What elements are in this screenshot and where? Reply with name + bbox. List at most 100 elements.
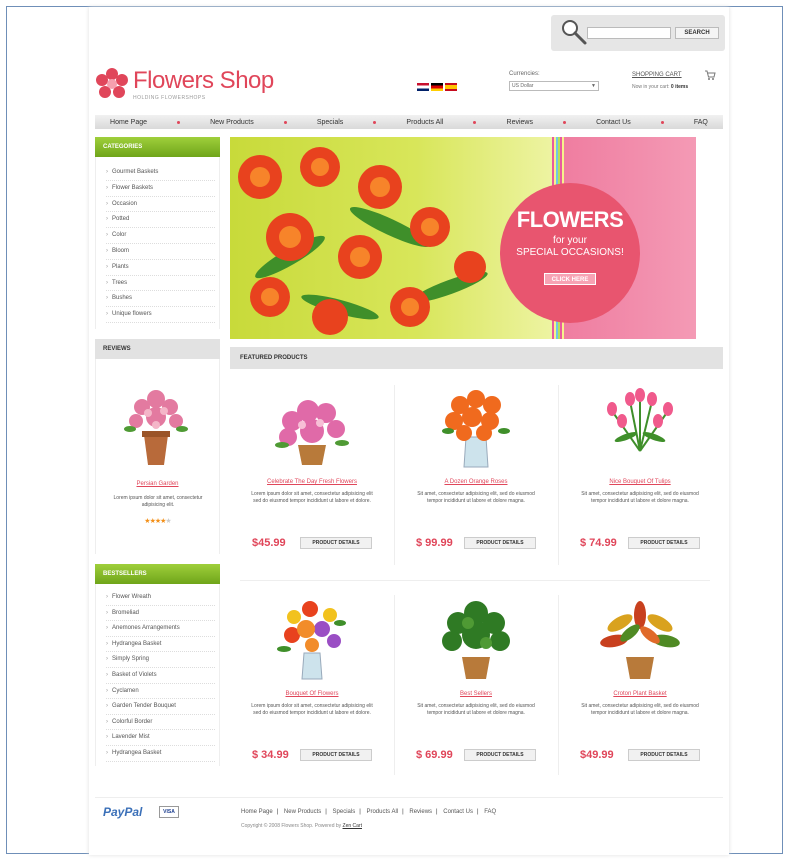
- bestseller-item[interactable]: Basket of Violets: [106, 668, 215, 684]
- logo-text: Flowers Shop: [133, 67, 274, 94]
- category-item[interactable]: Occasion: [106, 197, 215, 213]
- category-item[interactable]: Trees: [106, 276, 215, 292]
- cart-status: Now in your cart: 0 items: [632, 84, 689, 90]
- category-item[interactable]: Potted: [106, 212, 215, 229]
- footer-link-specials[interactable]: Specials: [333, 809, 356, 815]
- product-price: $ 74.99: [580, 537, 617, 549]
- bestseller-item[interactable]: Anemones Arrangements: [106, 621, 215, 637]
- footer-link-products-all[interactable]: Products All: [366, 809, 398, 815]
- main-nav: Home Page New Products Specials Products…: [95, 115, 723, 129]
- product-details-button[interactable]: PRODUCT DETAILS: [628, 749, 700, 761]
- product-price: $ 99.99: [416, 537, 453, 549]
- footer-links: Home Page | New Products | Specials | Produ…: [241, 809, 496, 815]
- copyright: Copyright © 2008 Flowers Shop. Powered b…: [241, 823, 362, 829]
- product-image[interactable]: [272, 593, 352, 683]
- search-input[interactable]: [587, 27, 671, 39]
- nav-separator: [660, 120, 664, 124]
- category-item[interactable]: Gourmet Baskets: [106, 165, 215, 181]
- chevron-down-icon: ▼: [591, 83, 596, 89]
- product-image[interactable]: [436, 593, 516, 683]
- product-name[interactable]: Croton Plant Basket: [558, 691, 722, 697]
- nav-separator: [177, 120, 181, 124]
- powered-by-label: Powered by: [314, 823, 342, 829]
- product-details-button[interactable]: PRODUCT DETAILS: [300, 749, 372, 761]
- product-name[interactable]: A Dozen Orange Roses: [394, 479, 558, 485]
- nav-faq[interactable]: FAQ: [694, 119, 708, 126]
- product-name[interactable]: Bouquet Of Flowers: [230, 691, 394, 697]
- product-card: Bouquet Of Flowers Lorem ipsum dolor sit…: [230, 587, 394, 792]
- category-item[interactable]: Flower Baskets: [106, 181, 215, 197]
- product-image[interactable]: [272, 381, 352, 471]
- nav-home[interactable]: Home Page: [110, 119, 147, 126]
- product-description: Sit amet, consectetur adipisicing elit, …: [417, 703, 535, 716]
- bestseller-item[interactable]: Cyclamen: [106, 684, 215, 700]
- search-button[interactable]: SEARCH: [675, 27, 719, 39]
- star-empty-icon: ★: [165, 517, 171, 525]
- currency-select[interactable]: US Dollar ▼: [509, 81, 599, 91]
- product-image[interactable]: [600, 381, 680, 471]
- product-description: Sit amet, consectetur adipisicing elit, …: [581, 491, 699, 504]
- category-item[interactable]: Bloom: [106, 244, 215, 260]
- product-image[interactable]: [600, 593, 680, 683]
- review-product-name[interactable]: Persian Garden: [96, 481, 219, 487]
- bestseller-item[interactable]: Flower Wreath: [106, 590, 215, 606]
- zen-cart-link[interactable]: Zen Cart: [343, 823, 362, 829]
- footer-link-faq[interactable]: FAQ: [484, 809, 496, 815]
- language-flags: [417, 83, 457, 91]
- german-flag-icon[interactable]: [431, 83, 443, 91]
- product-name[interactable]: Celebrate The Day Fresh Flowers: [230, 479, 394, 485]
- cart-status-prefix: Now in your cart: [632, 84, 669, 90]
- nav-contact-us[interactable]: Contact Us: [596, 119, 631, 126]
- category-item[interactable]: Bushes: [106, 291, 215, 308]
- categories-heading: CATEGORIES: [95, 137, 220, 157]
- spanish-flag-icon[interactable]: [445, 83, 457, 91]
- bestseller-item[interactable]: Lavender Mist: [106, 730, 215, 746]
- product-image[interactable]: [436, 381, 516, 471]
- cart-icon[interactable]: [704, 69, 716, 81]
- review-product-image[interactable]: [118, 377, 194, 473]
- review-box: Persian Garden Lorem ipsum dolor sit ame…: [95, 358, 220, 554]
- banner-subtitle-1: for your: [553, 235, 587, 246]
- bestsellers-list: Flower Wreath Bromeliad Anemones Arrange…: [95, 583, 220, 766]
- category-item[interactable]: Color: [106, 228, 215, 244]
- product-card: Best Sellers Sit amet, consectetur adipi…: [394, 587, 558, 792]
- nav-specials[interactable]: Specials: [317, 119, 343, 126]
- nav-separator: [563, 120, 567, 124]
- category-item[interactable]: Plants: [106, 260, 215, 276]
- english-flag-icon[interactable]: [417, 83, 429, 91]
- bestseller-item[interactable]: Bromeliad: [106, 606, 215, 622]
- promo-banner[interactable]: FLOWERS for your SPECIAL OCCASIONS! CLIC…: [230, 137, 696, 339]
- product-details-button[interactable]: PRODUCT DETAILS: [464, 537, 536, 549]
- footer-link-new-products[interactable]: New Products: [284, 809, 321, 815]
- cart-item-count: 0 items: [670, 84, 689, 90]
- bestseller-item[interactable]: Hydrangea Basket: [106, 637, 215, 653]
- product-details-button[interactable]: PRODUCT DETAILS: [300, 537, 372, 549]
- footer-link-home[interactable]: Home Page: [241, 809, 273, 815]
- product-name[interactable]: Nice Bouquet Of Tulips: [558, 479, 722, 485]
- shopping-cart-link[interactable]: SHOPPING CART: [632, 72, 682, 78]
- bestsellers-heading: BESTSELLERS: [95, 563, 220, 584]
- bestseller-item[interactable]: Colorful Border: [106, 715, 215, 731]
- page: SEARCH Flowers Shop HOLDING FLOWERSHOPS …: [89, 7, 729, 855]
- nav-reviews[interactable]: Reviews: [507, 119, 533, 126]
- nav-separator: [283, 120, 287, 124]
- bestseller-item[interactable]: Garden Tender Bouquet: [106, 699, 215, 715]
- footer-separator: |: [436, 809, 438, 815]
- product-details-button[interactable]: PRODUCT DETAILS: [464, 749, 536, 761]
- browser-frame: SEARCH Flowers Shop HOLDING FLOWERSHOPS …: [6, 6, 783, 855]
- product-details-button[interactable]: PRODUCT DETAILS: [628, 537, 700, 549]
- left-column: CATEGORIES Gourmet Baskets Flower Basket…: [95, 137, 220, 766]
- product-price: $ 34.99: [252, 749, 289, 761]
- nav-new-products[interactable]: New Products: [210, 119, 254, 126]
- product-name[interactable]: Best Sellers: [394, 691, 558, 697]
- category-item[interactable]: Unique flowers: [106, 307, 215, 323]
- product-description: Sit amet, consectetur adipisicing elit, …: [581, 703, 699, 716]
- nav-products-all[interactable]: Products All: [406, 119, 443, 126]
- footer-link-reviews[interactable]: Reviews: [409, 809, 432, 815]
- footer-link-contact-us[interactable]: Contact Us: [443, 809, 473, 815]
- search-icon: [562, 20, 587, 45]
- banner-click-here-button[interactable]: CLICK HERE: [544, 273, 596, 285]
- bestseller-item[interactable]: Simply Spring: [106, 652, 215, 668]
- footer-separator: |: [276, 809, 279, 815]
- bestseller-item[interactable]: Hydrangea Basket: [106, 746, 215, 762]
